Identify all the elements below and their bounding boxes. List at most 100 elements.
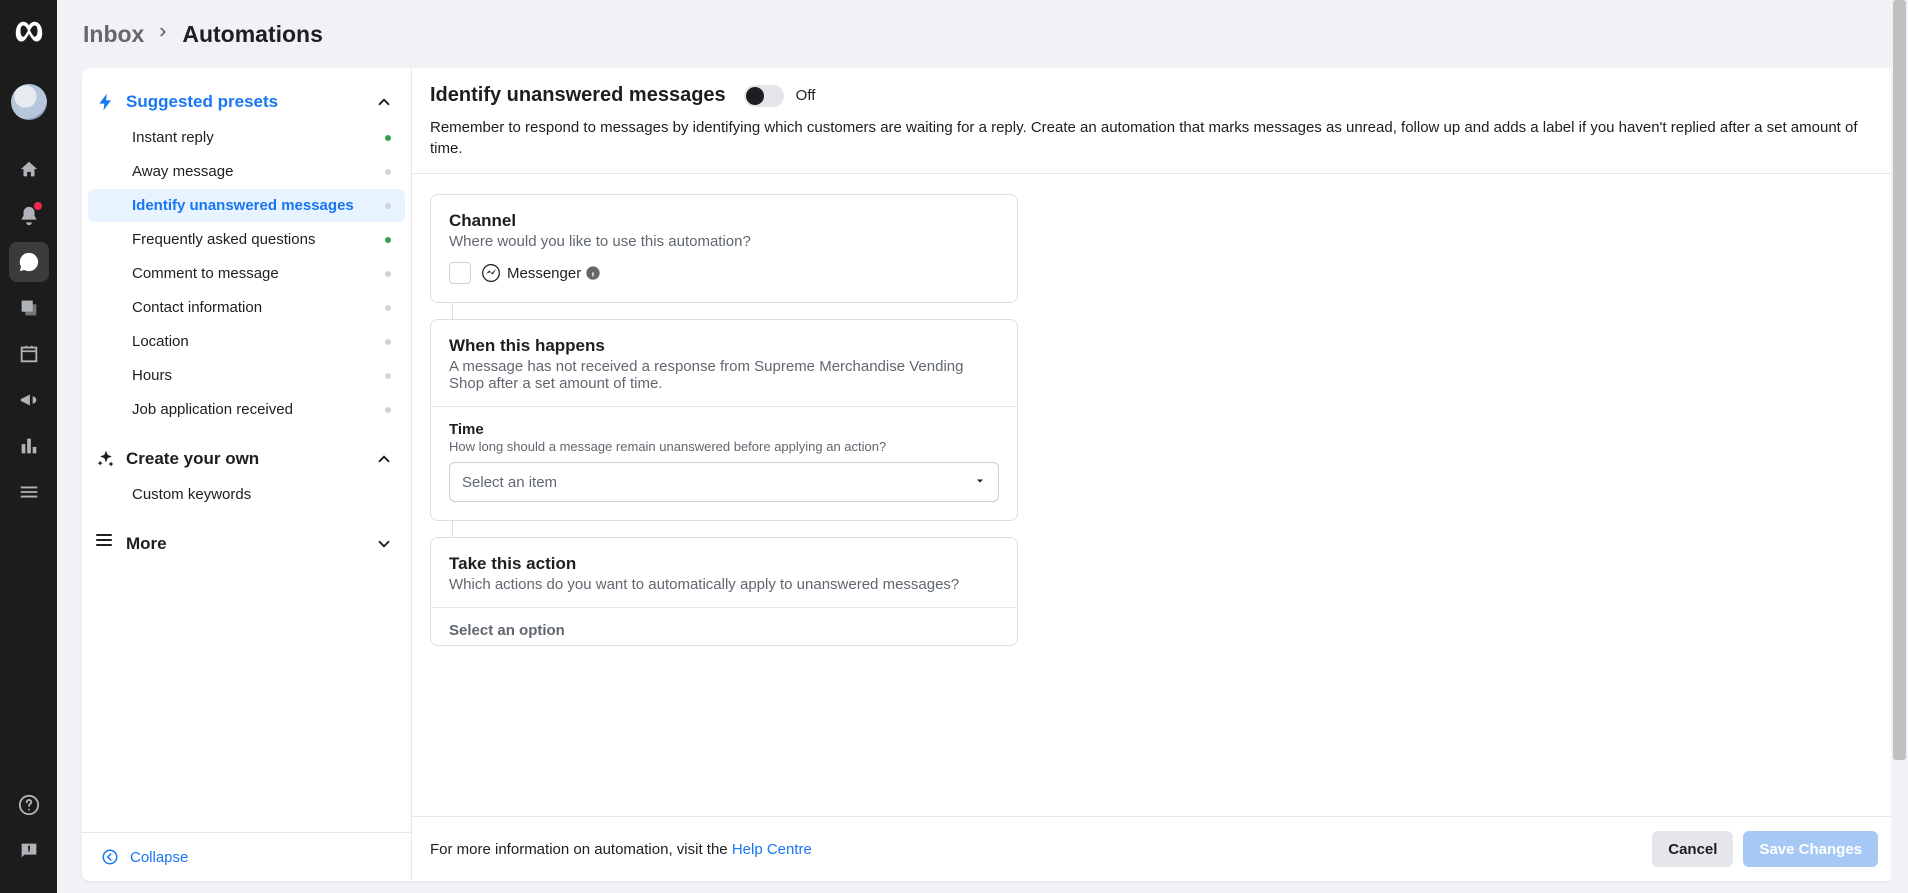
nav-rail: [0, 0, 57, 893]
automation-title: Identify unanswered messages: [430, 84, 726, 107]
chevron-up-icon: [375, 450, 393, 468]
breadcrumb: Inbox Automations: [57, 0, 1908, 68]
bolt-icon: [96, 92, 116, 112]
chevron-down-icon: [375, 535, 393, 553]
chevron-up-icon: [375, 93, 393, 111]
action-subtitle: Which actions do you want to automatical…: [449, 576, 999, 593]
status-dot-off: [385, 339, 391, 345]
list-icon: [96, 534, 116, 554]
detail-header: Identify unanswered messages Off Remembe…: [412, 68, 1896, 173]
status-dot-off: [385, 305, 391, 311]
posts-icon[interactable]: [9, 288, 49, 328]
preset-label: Custom keywords: [132, 486, 251, 503]
help-centre-link[interactable]: Help Centre: [732, 841, 812, 858]
section-suggested-presets[interactable]: Suggested presets: [82, 84, 411, 120]
meta-logo[interactable]: [9, 14, 49, 54]
action-title: Take this action: [449, 554, 999, 574]
toggle-knob: [746, 87, 764, 105]
custom-keywords[interactable]: Custom keywords: [88, 478, 405, 511]
preset-label: Hours: [132, 367, 172, 384]
automation-description: Remember to respond to messages by ident…: [430, 117, 1878, 159]
status-dot-off: [385, 169, 391, 175]
page-scrollbar[interactable]: [1891, 0, 1908, 893]
channel-title: Channel: [449, 211, 999, 231]
section-title: Suggested presets: [126, 92, 375, 112]
flow-connector: [452, 303, 453, 319]
action-card: Take this action Which actions do you wa…: [430, 537, 1018, 646]
flow-connector: [452, 521, 453, 537]
insights-icon[interactable]: [9, 426, 49, 466]
preset-label: Job application received: [132, 401, 293, 418]
time-select-placeholder: Select an item: [462, 474, 557, 491]
inbox-icon[interactable]: [9, 242, 49, 282]
section-title: More: [126, 534, 375, 554]
ads-icon[interactable]: [9, 380, 49, 420]
help-icon[interactable]: [9, 785, 49, 825]
cancel-button[interactable]: Cancel: [1652, 831, 1733, 867]
calendar-icon[interactable]: [9, 334, 49, 374]
preset-contact-info[interactable]: Contact information: [88, 291, 405, 324]
action-select-label: Select an option: [449, 622, 999, 639]
sidebar-footer: Collapse: [82, 832, 411, 881]
channel-subtitle: Where would you like to use this automat…: [449, 233, 999, 250]
caret-down-icon: [974, 474, 986, 491]
automation-sidebar: Suggested presets Instant reply Away mes…: [82, 68, 412, 881]
messenger-icon: [481, 263, 501, 283]
sparkles-icon: [96, 449, 116, 469]
home-icon[interactable]: [9, 150, 49, 190]
trigger-description: A message has not received a response fr…: [449, 358, 999, 392]
collapse-icon: [100, 847, 120, 867]
preset-job-application[interactable]: Job application received: [88, 393, 405, 426]
trigger-title: When this happens: [449, 336, 999, 356]
divider: [431, 607, 1017, 608]
footer-prefix: For more information on automation, visi…: [430, 841, 732, 858]
collapse-link[interactable]: Collapse: [130, 849, 188, 866]
preset-label: Identify unanswered messages: [132, 197, 354, 214]
status-dot-on: [385, 135, 391, 141]
status-dot-off: [385, 373, 391, 379]
preset-label: Location: [132, 333, 189, 350]
breadcrumb-current: Automations: [182, 21, 323, 48]
preset-comment-to-message[interactable]: Comment to message: [88, 257, 405, 290]
notification-icon[interactable]: [9, 196, 49, 236]
preset-label: Comment to message: [132, 265, 279, 282]
section-title: Create your own: [126, 449, 375, 469]
automation-detail: Identify unanswered messages Off Remembe…: [412, 68, 1896, 881]
footer-text: For more information on automation, visi…: [430, 841, 812, 858]
preset-location[interactable]: Location: [88, 325, 405, 358]
status-dot-on: [385, 237, 391, 243]
main-panel: Suggested presets Instant reply Away mes…: [82, 68, 1896, 881]
preset-label: Contact information: [132, 299, 262, 316]
menu-icon[interactable]: [9, 472, 49, 512]
breadcrumb-parent[interactable]: Inbox: [83, 21, 144, 48]
preset-instant-reply[interactable]: Instant reply: [88, 121, 405, 154]
preset-hours[interactable]: Hours: [88, 359, 405, 392]
notification-badge: [34, 202, 42, 210]
feedback-icon[interactable]: [9, 831, 49, 871]
preset-label: Away message: [132, 163, 233, 180]
trigger-card: When this happens A message has not rece…: [430, 319, 1018, 521]
info-icon[interactable]: [585, 265, 601, 281]
toggle-state-label: Off: [796, 87, 816, 104]
channel-card: Channel Where would you like to use this…: [430, 194, 1018, 303]
preset-away-message[interactable]: Away message: [88, 155, 405, 188]
preset-label: Frequently asked questions: [132, 231, 315, 248]
section-more[interactable]: More: [82, 526, 411, 562]
preset-identify-unanswered[interactable]: Identify unanswered messages: [88, 189, 405, 222]
chevron-right-icon: [156, 25, 170, 43]
status-dot-off: [385, 271, 391, 277]
time-select[interactable]: Select an item: [449, 462, 999, 502]
save-button[interactable]: Save Changes: [1743, 831, 1878, 867]
time-help: How long should a message remain unanswe…: [449, 439, 999, 454]
channel-option-label: Messenger: [507, 265, 581, 282]
scrollbar-thumb[interactable]: [1893, 0, 1906, 760]
status-dot-off: [385, 203, 391, 209]
time-label: Time: [449, 421, 999, 438]
detail-footer: For more information on automation, visi…: [412, 816, 1896, 881]
messenger-checkbox[interactable]: [449, 262, 471, 284]
preset-faq[interactable]: Frequently asked questions: [88, 223, 405, 256]
section-create-your-own[interactable]: Create your own: [82, 441, 411, 477]
avatar[interactable]: [11, 84, 47, 120]
preset-label: Instant reply: [132, 129, 214, 146]
automation-toggle[interactable]: [744, 85, 784, 107]
